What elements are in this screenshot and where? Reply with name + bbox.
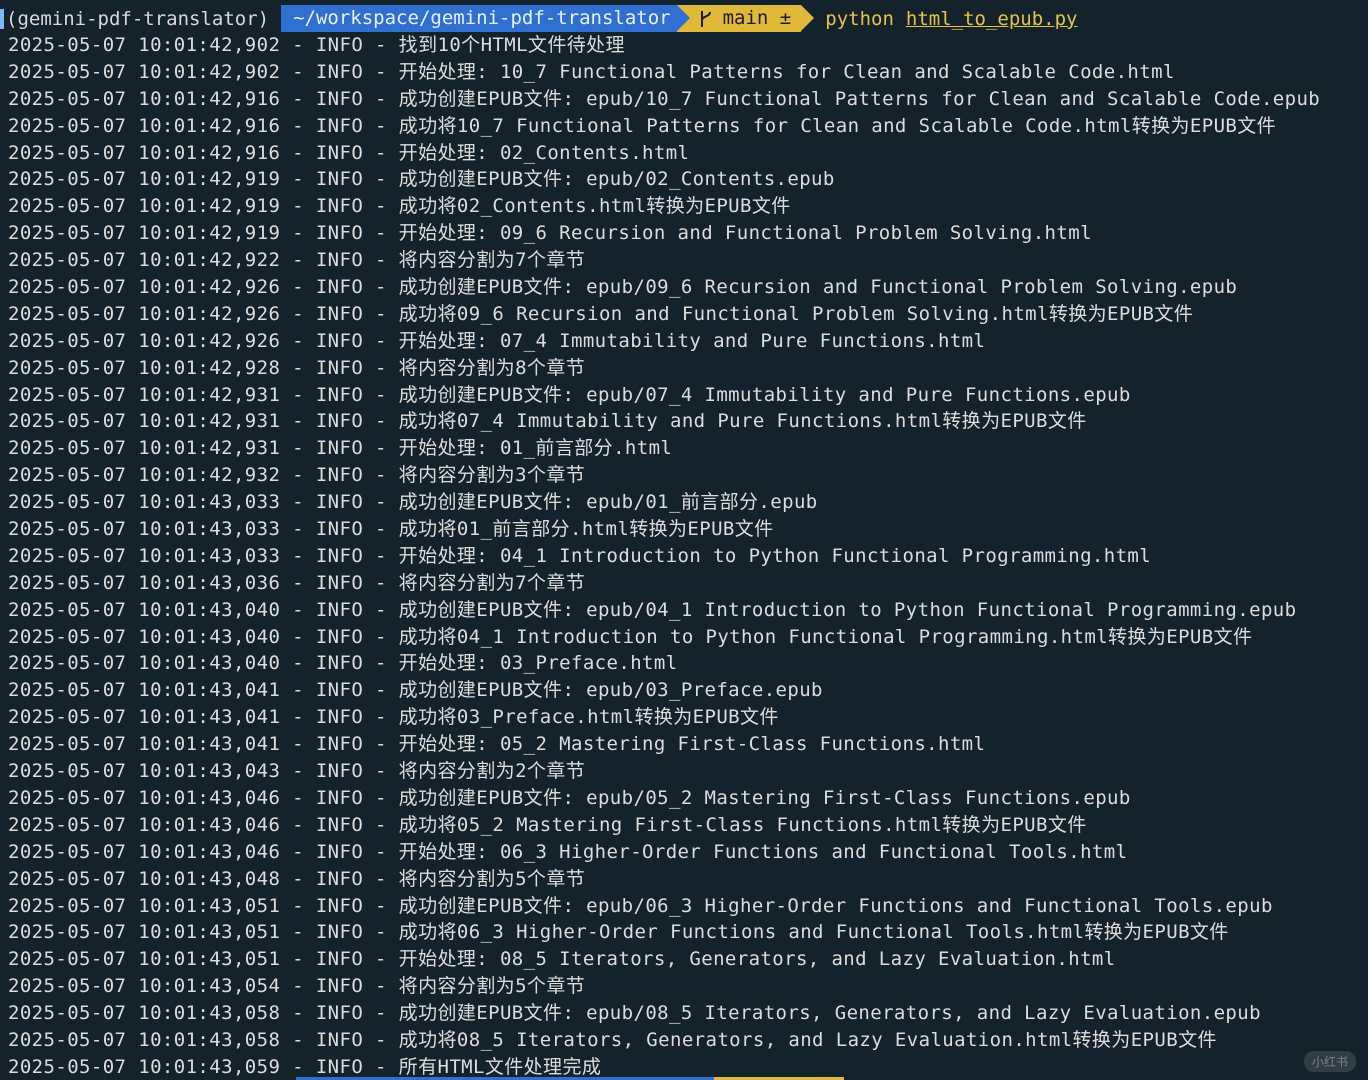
log-line: 2025-05-07 10:01:43,046 - INFO - 成功创建EPU…: [8, 786, 1131, 809]
prompt-marker: [0, 8, 4, 29]
prompt-path-segment: ~/workspace/gemini-pdf-translator: [281, 5, 690, 32]
terminal-window[interactable]: (gemini-pdf-translator) ~/workspace/gemi…: [0, 0, 1368, 1080]
log-line: 2025-05-07 10:01:42,928 - INFO - 将内容分割为8…: [8, 356, 586, 379]
log-line: 2025-05-07 10:01:42,931 - INFO - 开始处理: 0…: [8, 437, 673, 460]
log-line: 2025-05-07 10:01:43,033 - INFO - 开始处理: 0…: [8, 544, 1152, 567]
log-line: 2025-05-07 10:01:43,041 - INFO - 成功将03_P…: [8, 706, 779, 729]
log-line: 2025-05-07 10:01:42,916 - INFO - 成功将10_7…: [8, 114, 1277, 137]
log-line: 2025-05-07 10:01:43,033 - INFO - 成功创建EPU…: [8, 491, 818, 514]
virtualenv-label: (gemini-pdf-translator): [6, 7, 270, 30]
log-line: 2025-05-07 10:01:43,043 - INFO - 将内容分割为2…: [8, 760, 586, 783]
log-line: 2025-05-07 10:01:43,051 - INFO - 成功将06_3…: [8, 921, 1229, 944]
command-text: python: [825, 7, 894, 30]
prompt-git-segment: main ±: [676, 5, 814, 32]
git-branch-icon: [700, 10, 711, 27]
log-line: 2025-05-07 10:01:43,041 - INFO - 成功创建EPU…: [8, 679, 823, 702]
log-line: 2025-05-07 10:01:43,058 - INFO - 成功创建EPU…: [8, 1002, 1261, 1025]
log-line: 2025-05-07 10:01:42,931 - INFO - 成功将07_4…: [8, 410, 1087, 433]
log-line: 2025-05-07 10:01:43,054 - INFO - 将内容分割为5…: [8, 975, 586, 998]
log-line: 2025-05-07 10:01:42,916 - INFO - 开始处理: 0…: [8, 141, 690, 164]
log-line: 2025-05-07 10:01:43,051 - INFO - 开始处理: 0…: [8, 948, 1116, 971]
log-line: 2025-05-07 10:01:43,046 - INFO - 开始处理: 0…: [8, 840, 1128, 863]
log-line: 2025-05-07 10:01:43,041 - INFO - 开始处理: 0…: [8, 733, 986, 756]
log-line: 2025-05-07 10:01:42,926 - INFO - 成功将09_6…: [8, 302, 1194, 325]
log-line: 2025-05-07 10:01:42,926 - INFO - 成功创建EPU…: [8, 276, 1238, 299]
command-argument: html_to_epub.py: [905, 7, 1078, 30]
log-line: 2025-05-07 10:01:43,033 - INFO - 成功将01_前…: [8, 518, 774, 541]
log-line: 2025-05-07 10:01:43,040 - INFO - 成功将04_1…: [8, 625, 1253, 648]
log-line: 2025-05-07 10:01:42,919 - INFO - 成功创建EPU…: [8, 168, 835, 191]
log-line: 2025-05-07 10:01:43,040 - INFO - 成功创建EPU…: [8, 598, 1297, 621]
log-line: 2025-05-07 10:01:42,931 - INFO - 成功创建EPU…: [8, 383, 1131, 406]
log-line: 2025-05-07 10:01:42,902 - INFO - 开始处理: 1…: [8, 60, 1175, 83]
log-line: 2025-05-07 10:01:42,932 - INFO - 将内容分割为3…: [8, 464, 586, 487]
watermark: 小红书: [1303, 1051, 1356, 1072]
log-line: 2025-05-07 10:01:42,922 - INFO - 将内容分割为7…: [8, 249, 586, 272]
terminal-output: 2025-05-07 10:01:42,902 - INFO - 找到10个HT…: [8, 32, 1368, 1080]
log-line: 2025-05-07 10:01:43,036 - INFO - 将内容分割为7…: [8, 571, 586, 594]
log-line: 2025-05-07 10:01:43,040 - INFO - 开始处理: 0…: [8, 652, 678, 675]
log-line: 2025-05-07 10:01:43,058 - INFO - 成功将08_5…: [8, 1028, 1217, 1051]
git-branch-label: main ±: [722, 7, 792, 29]
shell-prompt: (gemini-pdf-translator) ~/workspace/gemi…: [0, 5, 1077, 32]
log-line: 2025-05-07 10:01:42,926 - INFO - 开始处理: 0…: [8, 329, 986, 352]
log-line: 2025-05-07 10:01:42,916 - INFO - 成功创建EPU…: [8, 87, 1321, 110]
log-line: 2025-05-07 10:01:43,051 - INFO - 成功创建EPU…: [8, 894, 1273, 917]
log-line: 2025-05-07 10:01:42,919 - INFO - 开始处理: 0…: [8, 222, 1092, 245]
log-line: 2025-05-07 10:01:42,902 - INFO - 找到10个HT…: [8, 34, 625, 56]
log-line: 2025-05-07 10:01:43,048 - INFO - 将内容分割为5…: [8, 867, 586, 890]
log-line: 2025-05-07 10:01:42,919 - INFO - 成功将02_C…: [8, 195, 791, 218]
log-line: 2025-05-07 10:01:43,046 - INFO - 成功将05_2…: [8, 813, 1087, 836]
